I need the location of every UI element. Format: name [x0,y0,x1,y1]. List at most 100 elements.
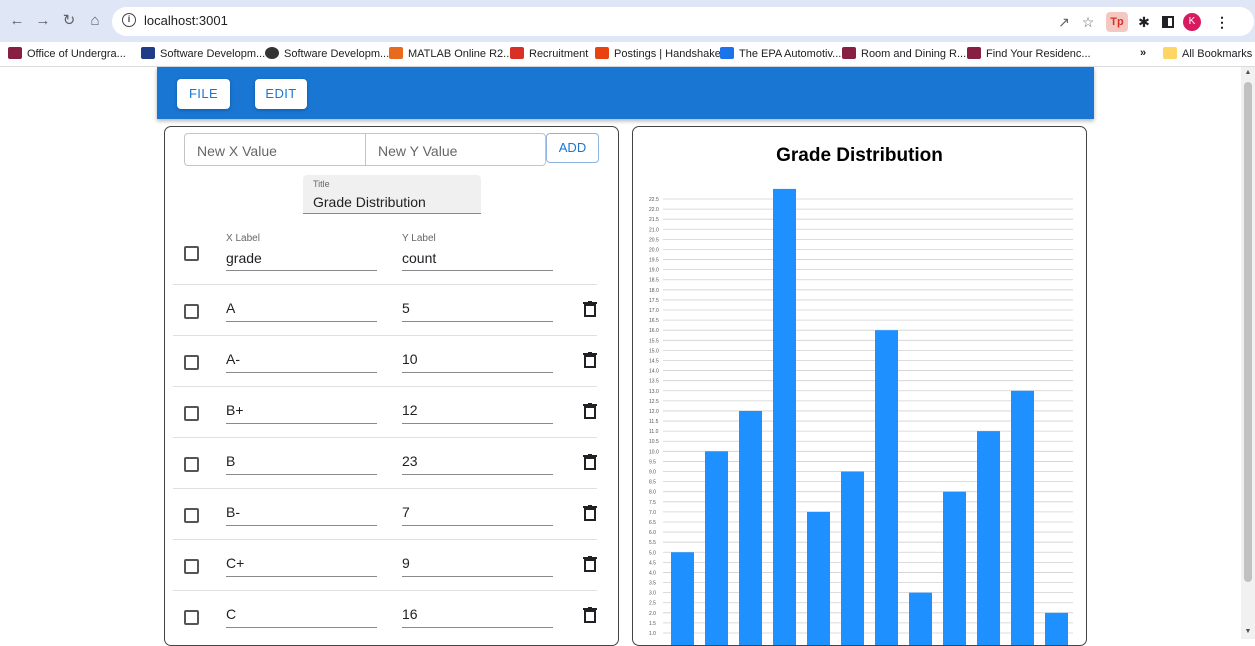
y-label-value[interactable]: count [402,250,436,266]
url-bar[interactable]: i localhost:3001 ↗ ☆ Tp ✱ K ⋮ [112,7,1254,36]
bookmark-6[interactable]: The EPA Automotiv... [720,47,841,60]
row-checkbox[interactable] [184,304,199,319]
divider [173,488,597,489]
home-icon[interactable]: ⌂ [84,10,106,32]
row-x-value[interactable]: C [226,606,236,622]
all-bookmarks[interactable]: All Bookmarks [1163,47,1252,60]
new-y-input[interactable]: New Y Value [365,133,546,166]
row-x-value[interactable]: B [226,453,235,469]
forward-icon[interactable]: → [32,10,54,32]
trash-icon[interactable] [583,403,597,419]
y-tick-label: 10.5 [649,439,659,445]
title-field[interactable]: Title Grade Distribution [303,175,481,214]
trash-icon[interactable] [583,556,597,572]
bookmark-5[interactable]: Postings | Handshake [595,47,721,60]
y-tick-label: 22.5 [649,197,659,203]
extensions-puzzle-icon[interactable]: ✱ [1134,12,1154,32]
row-y-field[interactable]: 9 [402,552,553,577]
menu-kebab-icon[interactable]: ⋮ [1212,12,1232,32]
add-button[interactable]: ADD [546,133,599,163]
row-x-value[interactable]: A- [226,351,240,367]
y-tick-label: 18.5 [649,278,659,284]
bookmark-2[interactable]: Software Developm... [265,47,389,60]
row-x-field[interactable]: A- [226,348,377,373]
new-x-input[interactable]: New X Value [184,133,366,166]
row-x-field[interactable]: A [226,297,377,322]
row-y-value[interactable]: 12 [402,402,418,418]
bookmark-4[interactable]: Recruitment [510,47,588,60]
trash-icon[interactable] [583,454,597,470]
bookmark-7[interactable]: Room and Dining R... [842,47,966,60]
row-x-value[interactable]: B+ [226,402,244,418]
trash-icon[interactable] [583,505,597,521]
y-tick-label: 9.5 [649,459,656,465]
row-y-value[interactable]: 10 [402,351,418,367]
bookmarks-bar: Office of Undergra... Software Developm.… [0,42,1255,67]
trash-icon[interactable] [583,607,597,623]
row-checkbox[interactable] [184,406,199,421]
trash-icon[interactable] [583,301,597,317]
scroll-thumb[interactable] [1244,82,1252,582]
row-checkbox[interactable] [184,355,199,370]
back-icon[interactable]: ← [6,10,28,32]
share-icon[interactable]: ↗ [1054,12,1074,32]
scroll-down-icon[interactable]: ▼ [1244,628,1252,635]
row-y-field[interactable]: 7 [402,501,553,526]
avatar[interactable]: K [1183,13,1201,31]
row-x-field[interactable]: B+ [226,399,377,424]
row-x-value[interactable]: B- [226,504,240,520]
more-bookmarks-icon[interactable]: » [1140,47,1146,59]
row-y-value[interactable]: 16 [402,606,418,622]
bookmark-star-icon[interactable]: ☆ [1078,12,1098,32]
y-tick-label: 18.0 [649,288,659,294]
row-checkbox[interactable] [184,508,199,523]
scroll-up-icon[interactable]: ▲ [1244,69,1252,76]
reload-icon[interactable]: ↻ [58,10,80,32]
y-tick-label: 5.0 [649,550,656,556]
row-x-field[interactable]: B [226,450,377,475]
y-tick-label: 11.0 [649,429,659,435]
extension-tp-icon[interactable]: Tp [1106,12,1128,32]
select-all-checkbox[interactable] [184,246,199,261]
row-y-value[interactable]: 9 [402,555,410,571]
row-y-value[interactable]: 7 [402,504,410,520]
row-y-value[interactable]: 5 [402,300,410,316]
x-label-value[interactable]: grade [226,250,262,266]
bookmark-0[interactable]: Office of Undergra... [8,47,126,60]
row-x-value[interactable]: C+ [226,555,244,571]
row-x-field[interactable]: C [226,603,377,628]
row-x-value[interactable]: A [226,300,235,316]
y-tick-label: 7.0 [649,510,656,516]
y-tick-label: 16.0 [649,328,659,334]
row-checkbox[interactable] [184,559,199,574]
y-label-field[interactable]: Y Label count [402,233,553,271]
title-field-value[interactable]: Grade Distribution [313,194,426,210]
site-info-icon[interactable]: i [122,13,136,27]
bookmark-3[interactable]: MATLAB Online R2... [389,47,512,60]
row-y-field[interactable]: 10 [402,348,553,373]
bookmark-8[interactable]: Find Your Residenc... [967,47,1091,60]
row-y-field[interactable]: 5 [402,297,553,322]
edit-button[interactable]: EDIT [255,79,307,109]
row-y-field[interactable]: 16 [402,603,553,628]
url-text[interactable]: localhost:3001 [144,13,228,28]
row-checkbox[interactable] [184,610,199,625]
y-tick-label: 19.0 [649,268,659,274]
row-y-field[interactable]: 12 [402,399,553,424]
row-y-value[interactable]: 23 [402,453,418,469]
y-tick-label: 2.5 [649,601,656,607]
trash-icon[interactable] [583,352,597,368]
chart-bar [671,552,694,645]
bookmark-1[interactable]: Software Developm... [141,47,265,60]
chart-bar [875,330,898,645]
file-button[interactable]: FILE [177,79,230,109]
x-label-field[interactable]: X Label grade [226,233,377,271]
row-x-field[interactable]: C+ [226,552,377,577]
row-y-field[interactable]: 23 [402,450,553,475]
page-scrollbar[interactable]: ▲ ▼ [1241,67,1255,639]
row-x-field[interactable]: B- [226,501,377,526]
y-tick-label: 3.0 [649,591,656,597]
divider [173,284,597,285]
row-checkbox[interactable] [184,457,199,472]
side-panel-icon[interactable] [1158,12,1178,32]
